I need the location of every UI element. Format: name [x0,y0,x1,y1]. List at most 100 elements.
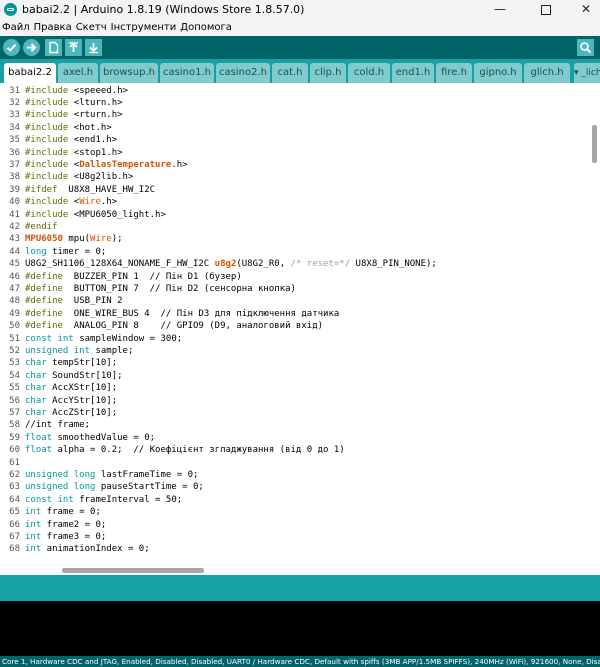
code-line[interactable]: 33 #include <rturn.h> [0,109,590,121]
horizontal-scrollbar-thumb[interactable] [62,568,204,573]
code-line[interactable]: 61 [0,457,590,469]
line-number: 59 [9,432,20,443]
code-line[interactable]: 53 char tempStr[10]; [0,357,590,369]
tab-bar: babai2.2 axel.h browsup.h casino1.h casi… [0,59,600,83]
maximize-icon [541,5,551,15]
upload-button[interactable] [23,39,40,56]
code-line[interactable]: 67 int frame3 = 0; [0,531,590,543]
code-token: #include [25,209,74,220]
menu-help[interactable]: Допомога [178,20,234,36]
tab-cat[interactable]: cat.h [272,63,308,83]
code-line[interactable]: 31 #include <speeed.h> [0,85,590,97]
menu-file[interactable]: Файл [0,20,32,36]
code-line[interactable]: 50 #define ANALOG_PIN 8 // GPIO9 (D9, ана… [0,320,590,332]
tab-casino1[interactable]: casino1.h [160,63,214,83]
code-text: char tempStr[10]; [25,357,117,369]
code-line[interactable]: 38 #include <U8g2lib.h> [0,171,590,183]
menu-edit[interactable]: Правка [32,20,74,36]
code-line[interactable]: 51 const int sampleWindow = 300; [0,333,590,345]
save-button[interactable] [85,39,102,56]
board-info-bar: Core 1, Hardware CDC and JTAG, Enabled, … [0,656,600,667]
line-number: 31 [9,85,20,96]
code-line[interactable]: 68 int animationIndex = 0; [0,543,590,555]
code-line[interactable]: 44 long timer = 0; [0,246,590,258]
code-line[interactable]: 46 #define BUZZER_PIN 1 // Пін D1 (бузер) [0,271,590,283]
tab-fire[interactable]: fire.h [436,63,472,83]
code-line[interactable]: 42 #endif [0,221,590,233]
code-line[interactable]: 62 unsigned long lastFrameTime = 0; [0,469,590,481]
code-line[interactable]: 39 #ifdef U8X8_HAVE_HW_I2C [0,184,590,196]
code-line[interactable]: 41 #include <MPU6050_light.h> [0,209,590,221]
tab-browsup[interactable]: browsup.h [100,63,158,83]
code-line[interactable]: 60 float alpha = 0.2; // Коефіцієнт зглад… [0,444,590,456]
code-line[interactable]: 48 #define USB_PIN 2 [0,295,590,307]
line-number: 32 [9,97,20,108]
code-line[interactable]: 36 #include <stop1.h> [0,147,590,159]
tab-clip[interactable]: clip.h [310,63,346,83]
code-text: #define ONE_WIRE_BUS 4 // Пін D3 для під… [25,308,339,320]
code-line[interactable]: 43 MPU6050 mpu(Wire); [0,233,590,245]
code-token: #include [25,159,74,170]
tab-glich[interactable]: glich.h [524,63,570,83]
maximize-button[interactable] [526,0,566,20]
code-token: long [25,246,47,257]
code-line[interactable]: 34 #include <hot.h> [0,122,590,134]
code-line[interactable]: 47 #define BUTTON_PIN 7 // Пін D2 (сенсор… [0,283,590,295]
code-line[interactable]: 58 //int frame; [0,419,590,431]
close-button[interactable]: ✕ [566,0,600,20]
new-button[interactable] [45,39,62,56]
code-editor[interactable]: 31 #include <speeed.h> 32 #include <lturn.h… [0,83,590,565]
code-line[interactable]: 37 #include <DallasTemperature.h> [0,159,590,171]
code-line[interactable]: 32 #include <lturn.h> [0,97,590,109]
code-token: MPU6050 [25,234,63,245]
line-number: 68 [9,544,20,555]
verify-button[interactable] [3,39,20,56]
minimize-button[interactable]: — [480,0,520,20]
code-token: tempStr[10]; [46,358,118,369]
code-text: float smoothedValue = 0; [25,432,155,444]
code-token: const int [25,494,74,505]
code-text: unsigned long lastFrameTime = 0; [25,469,198,481]
code-line[interactable]: 65 int frame = 0; [0,506,590,518]
code-line[interactable]: 45 U8G2_SH1106_128X64_NONAME_F_HW_I2C u8g… [0,258,590,270]
vertical-scrollbar-thumb[interactable] [592,125,597,163]
code-line[interactable]: 63 unsigned long pauseStartTime = 0; [0,481,590,493]
tab-babai2-2[interactable]: babai2.2 [4,63,56,83]
code-line[interactable]: 35 #include <end1.h> [0,134,590,146]
line-number: 45 [9,259,20,270]
tab-menu-button[interactable]: ▾ _lich [574,63,600,83]
code-token: <hot.h> [73,122,112,133]
code-line[interactable]: 57 char AccZStr[10]; [0,407,590,419]
console-output[interactable] [0,601,600,656]
code-line[interactable]: 56 char AccYStr[10]; [0,395,590,407]
tab-casino2[interactable]: casino2.h [216,63,270,83]
menu-sketch[interactable]: Скетч [74,20,109,36]
code-line[interactable]: 66 int frame2 = 0; [0,519,590,531]
tab-cold[interactable]: cold.h [348,63,390,83]
code-line[interactable]: 54 char SoundStr[10]; [0,370,590,382]
vertical-scrollbar[interactable] [590,83,600,565]
serial-monitor-button[interactable] [577,39,594,56]
tab-end1[interactable]: end1.h [392,63,434,83]
code-text: char SoundStr[10]; [25,370,123,382]
line-number: 50 [9,321,20,332]
line-number: 39 [9,184,20,195]
code-token: char [25,370,47,381]
tab-gipno[interactable]: gipno.h [474,63,522,83]
code-token: frame2 = 0; [41,519,107,530]
horizontal-scrollbar[interactable] [0,565,590,575]
code-line[interactable]: 40 #include <Wire.h> [0,196,590,208]
open-button[interactable] [65,39,82,56]
code-line[interactable]: 55 char AccXStr[10]; [0,382,590,394]
menu-tools[interactable]: Інструменти [109,20,179,36]
code-token: Wire [79,197,101,208]
code-line[interactable]: 49 #define ONE_WIRE_BUS 4 // Пін D3 для п… [0,308,590,320]
code-text: int frame3 = 0; [25,531,106,543]
code-text: char AccYStr[10]; [25,395,117,407]
code-text: float alpha = 0.2; // Коефіцієнт згладжу… [25,444,345,456]
code-line[interactable]: 59 float smoothedValue = 0; [0,432,590,444]
tab-axel[interactable]: axel.h [58,63,98,83]
code-line[interactable]: 64 const int frameInterval = 50; [0,494,590,506]
code-line[interactable]: 52 unsigned int sample; [0,345,590,357]
magnifier-icon [580,42,592,54]
